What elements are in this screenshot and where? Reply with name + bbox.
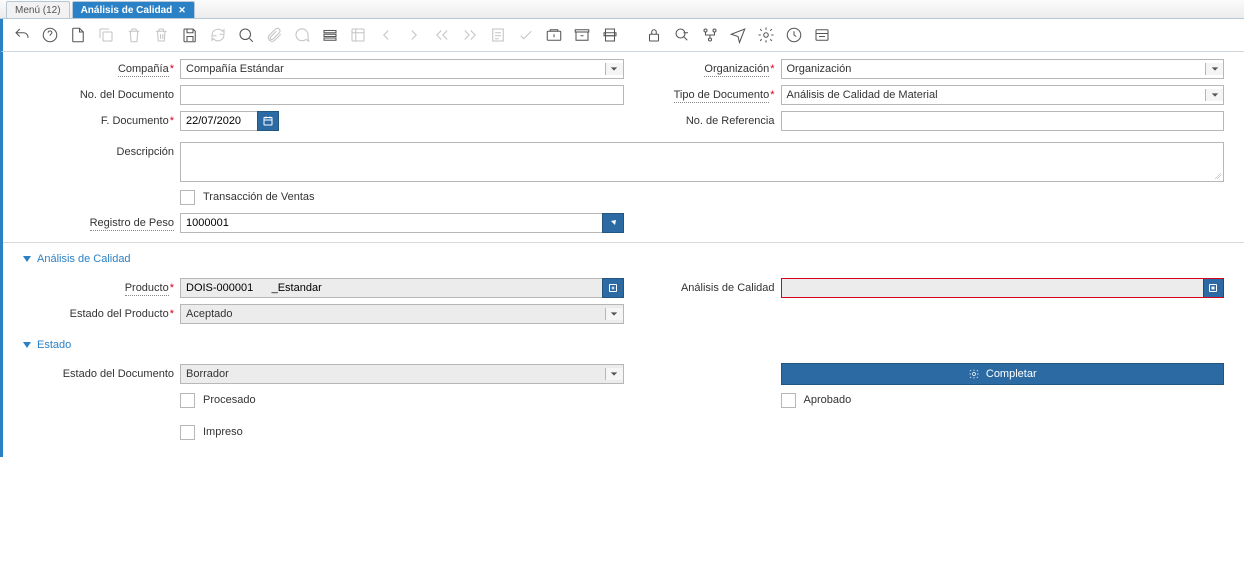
grid-toggle-icon[interactable] — [319, 24, 341, 46]
workflow-icon[interactable] — [699, 24, 721, 46]
compania-label: Compañía — [118, 63, 169, 77]
process-icon[interactable] — [755, 24, 777, 46]
analisis-lookup-icon[interactable] — [1203, 278, 1224, 298]
section-analisis-header[interactable]: Análisis de Calidad — [23, 251, 1224, 269]
organizacion-label: Organización — [704, 63, 769, 77]
toolbar — [0, 19, 1244, 52]
tab-analisis-calidad[interactable]: Análisis de Calidad ✕ — [72, 1, 195, 18]
approve-icon — [515, 24, 537, 46]
chevron-down-icon[interactable] — [605, 308, 623, 320]
tipo-documento-value: Análisis de Calidad de Material — [787, 89, 938, 101]
delete-icon — [123, 24, 145, 46]
customize-icon[interactable] — [811, 24, 833, 46]
compania-value: Compañía Estándar — [186, 63, 284, 75]
chevron-down-icon[interactable] — [1205, 63, 1223, 75]
estado-producto-label: Estado del Producto — [70, 308, 169, 320]
refresh-icon — [207, 24, 229, 46]
aprobado-label: Aprobado — [804, 394, 852, 406]
gear-icon — [968, 368, 980, 380]
request-icon[interactable] — [727, 24, 749, 46]
tab-menu[interactable]: Menú (12) — [6, 1, 70, 18]
lock-icon[interactable] — [643, 24, 665, 46]
undo-icon[interactable] — [11, 24, 33, 46]
chat-icon — [291, 24, 313, 46]
no-documento-label: No. del Documento — [23, 89, 180, 101]
save-icon[interactable] — [179, 24, 201, 46]
print-icon[interactable] — [599, 24, 621, 46]
aprobado-checkbox: Aprobado — [781, 393, 852, 408]
next-record-icon — [403, 24, 425, 46]
estado-producto-value: Aceptado — [186, 308, 232, 320]
attach-icon — [263, 24, 285, 46]
registro-peso-label: Registro de Peso — [90, 217, 174, 231]
close-icon[interactable]: ✕ — [178, 5, 186, 16]
collapse-icon — [23, 256, 31, 262]
organizacion-value: Organización — [787, 63, 852, 75]
procesado-label: Procesado — [203, 394, 256, 406]
help-icon[interactable] — [39, 24, 61, 46]
requery-icon[interactable] — [602, 213, 623, 233]
completar-label: Completar — [986, 368, 1037, 380]
tipo-documento-label: Tipo de Documento — [674, 89, 770, 103]
checkbox-box — [781, 393, 796, 408]
organizacion-select[interactable]: Organización — [781, 59, 1225, 79]
divider — [3, 242, 1244, 243]
prev-record-icon — [375, 24, 397, 46]
tab-analisis-calidad-label: Análisis de Calidad — [81, 5, 173, 16]
completar-button[interactable]: Completar — [781, 363, 1225, 385]
search-icon[interactable] — [235, 24, 257, 46]
registro-peso-input[interactable] — [180, 213, 603, 233]
copy-icon — [95, 24, 117, 46]
delete-all-icon — [151, 24, 173, 46]
section-analisis-title: Análisis de Calidad — [37, 253, 131, 265]
zoom-across-icon[interactable] — [671, 24, 693, 46]
tipo-documento-select[interactable]: Análisis de Calidad de Material — [781, 85, 1225, 105]
archive-icon[interactable] — [571, 24, 593, 46]
f-documento-label: F. Documento — [101, 115, 169, 127]
estado-documento-select: Borrador — [180, 364, 624, 384]
chevron-down-icon[interactable] — [1205, 89, 1223, 101]
no-referencia-input[interactable] — [781, 111, 1225, 131]
report-icon — [487, 24, 509, 46]
checkbox-box — [180, 190, 195, 205]
compania-select[interactable]: Compañía Estándar — [180, 59, 624, 79]
estado-documento-label: Estado del Documento — [23, 368, 180, 380]
analisis-calidad-input[interactable] — [781, 278, 1204, 298]
no-referencia-label: No. de Referencia — [624, 115, 781, 127]
first-record-icon — [431, 24, 453, 46]
chevron-down-icon — [605, 368, 623, 380]
parent-record-icon — [347, 24, 369, 46]
f-documento-input[interactable] — [180, 111, 258, 131]
last-record-icon — [459, 24, 481, 46]
procesado-checkbox: Procesado — [180, 393, 256, 408]
estado-documento-value: Borrador — [186, 368, 229, 380]
producto-label: Producto — [125, 282, 169, 296]
descripcion-input[interactable] — [180, 142, 1224, 182]
calendar-icon[interactable] — [257, 111, 279, 131]
section-estado-title: Estado — [37, 339, 71, 351]
transaccion-ventas-label: Transacción de Ventas — [203, 191, 315, 203]
new-icon[interactable] — [67, 24, 89, 46]
no-documento-input[interactable] — [180, 85, 624, 105]
section-estado-header[interactable]: Estado — [23, 337, 1224, 355]
impreso-label: Impreso — [203, 426, 243, 438]
collapse-icon — [23, 342, 31, 348]
checkbox-box — [180, 425, 195, 440]
producto-input — [180, 278, 603, 298]
analisis-calidad-label: Análisis de Calidad — [624, 282, 781, 294]
impreso-checkbox: Impreso — [180, 425, 243, 440]
descripcion-label: Descripción — [23, 142, 180, 158]
checkbox-box — [180, 393, 195, 408]
estado-producto-select[interactable]: Aceptado — [180, 304, 624, 324]
transaccion-ventas-checkbox[interactable]: Transacción de Ventas — [180, 190, 315, 205]
chevron-down-icon[interactable] — [605, 63, 623, 75]
tab-menu-label: Menú (12) — [15, 5, 61, 16]
schedule-icon[interactable] — [783, 24, 805, 46]
product-lookup-icon[interactable] — [602, 278, 623, 298]
product-info-icon[interactable] — [543, 24, 565, 46]
